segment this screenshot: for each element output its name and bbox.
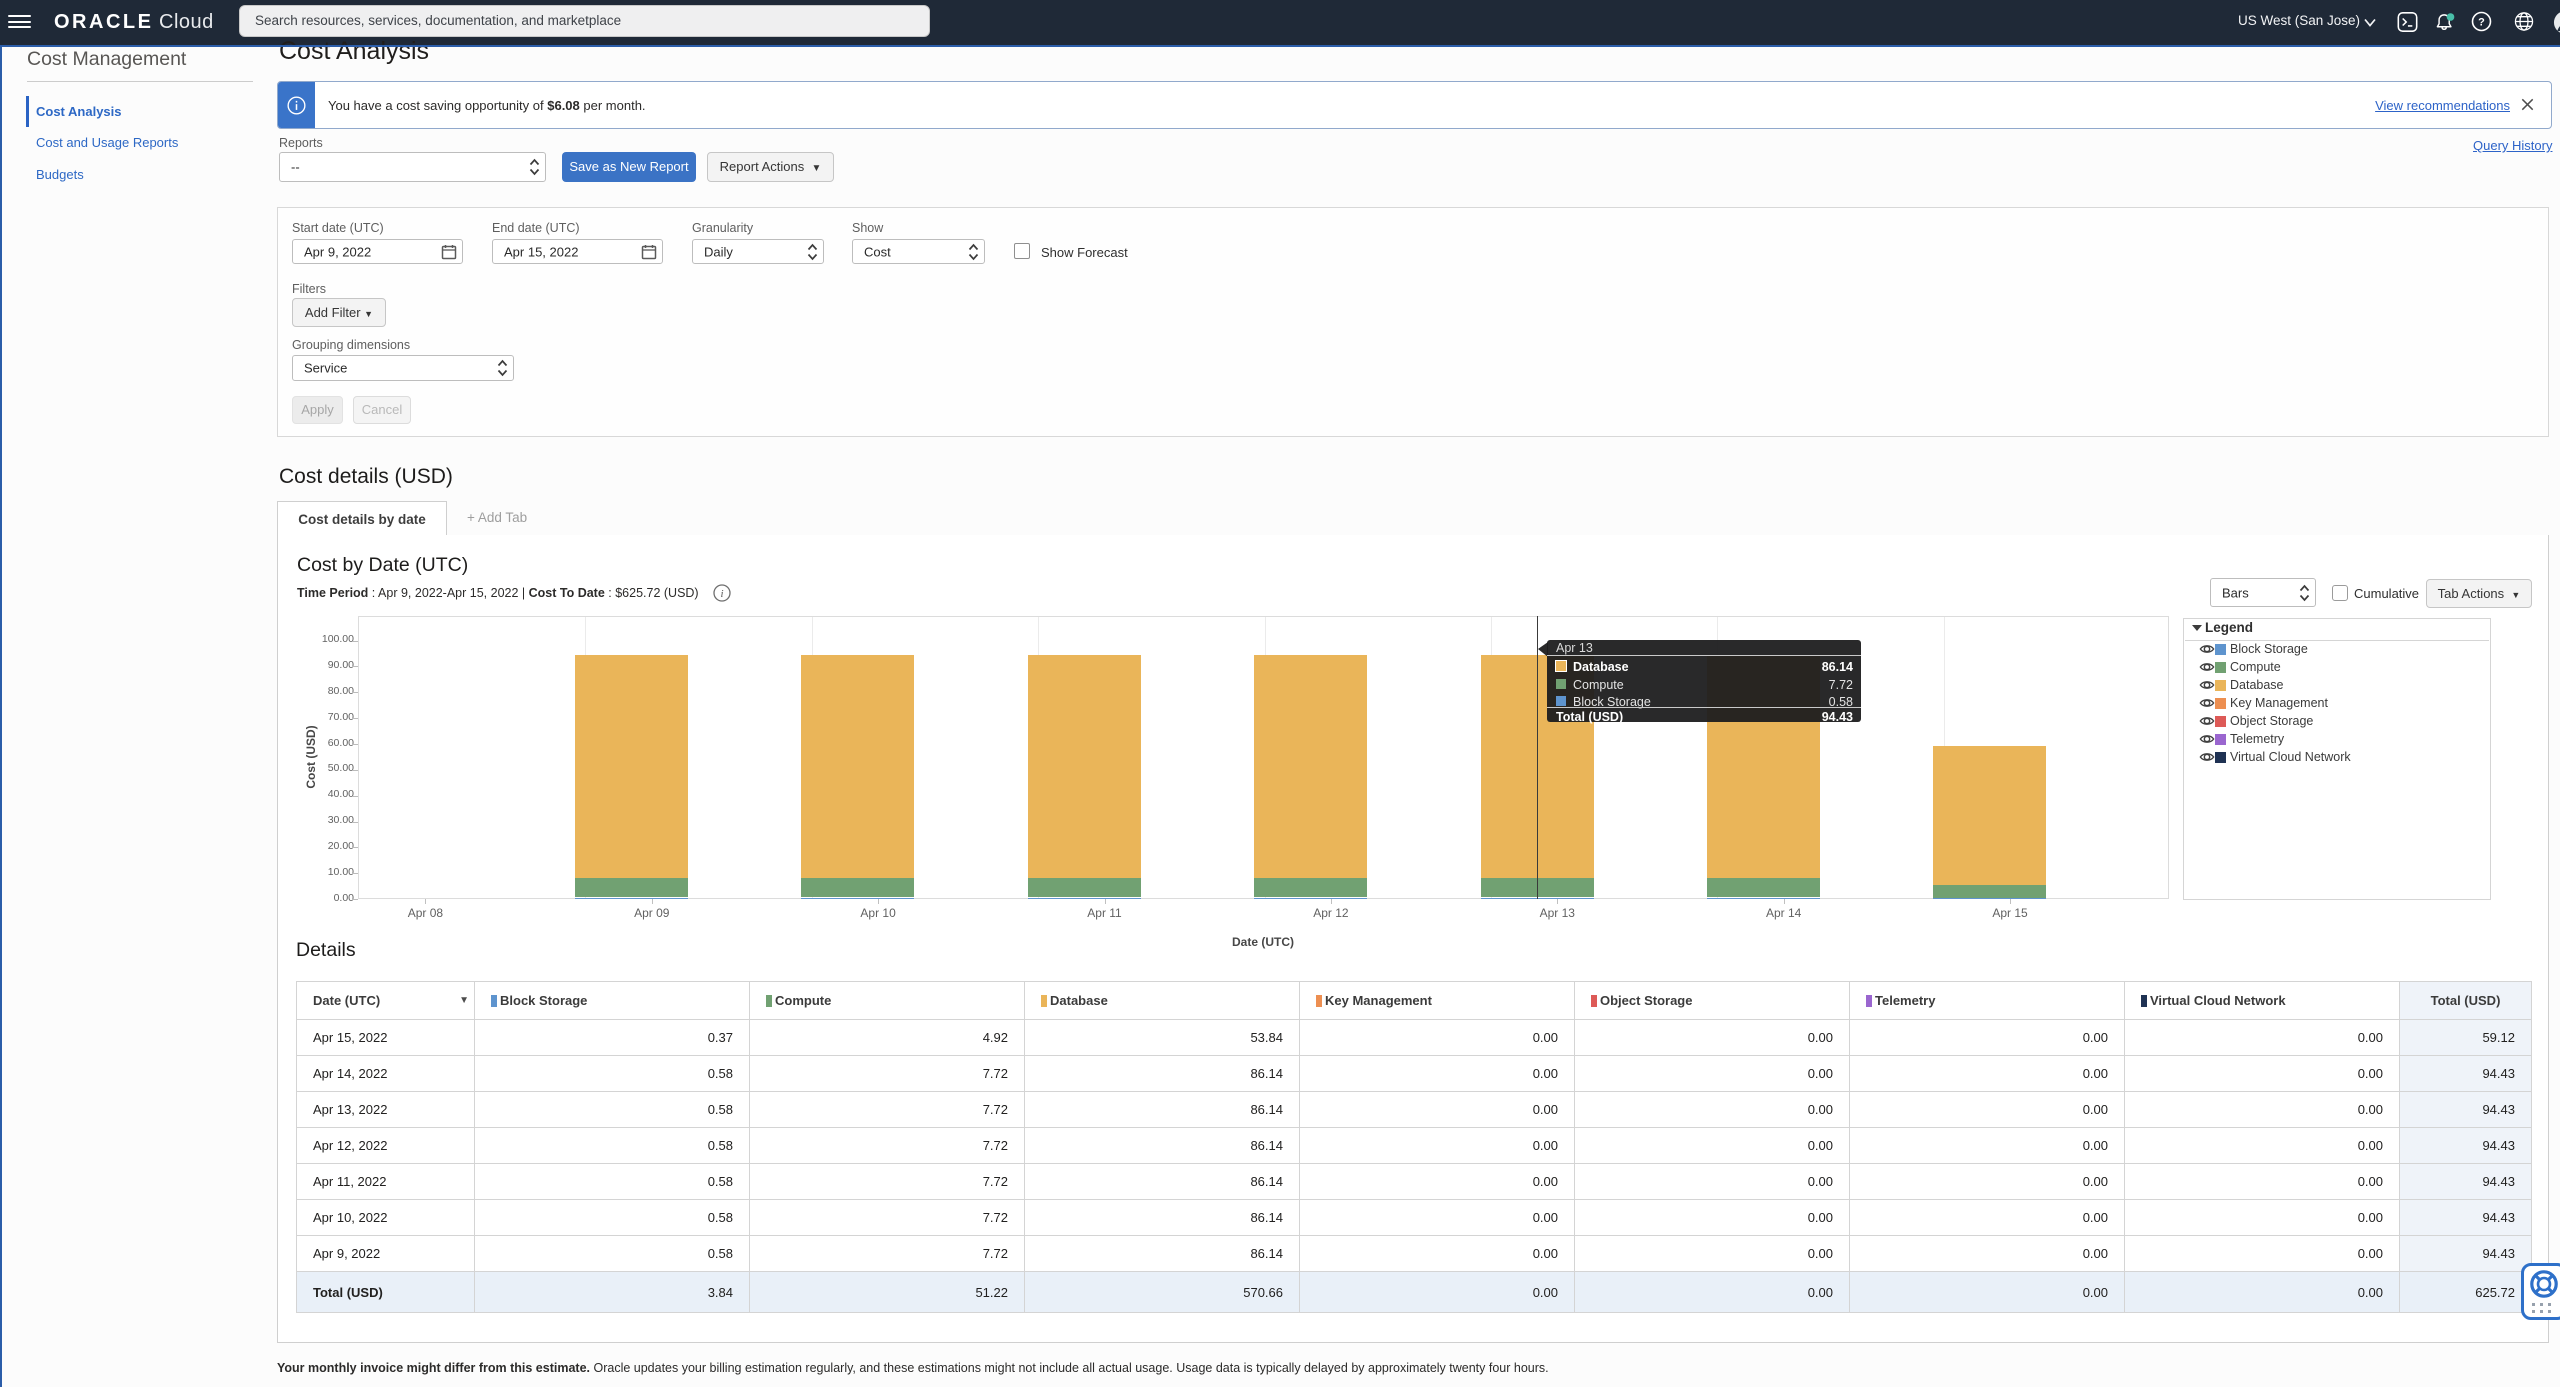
svg-text:?: ? (2478, 16, 2485, 28)
svg-text:i: i (720, 588, 723, 600)
